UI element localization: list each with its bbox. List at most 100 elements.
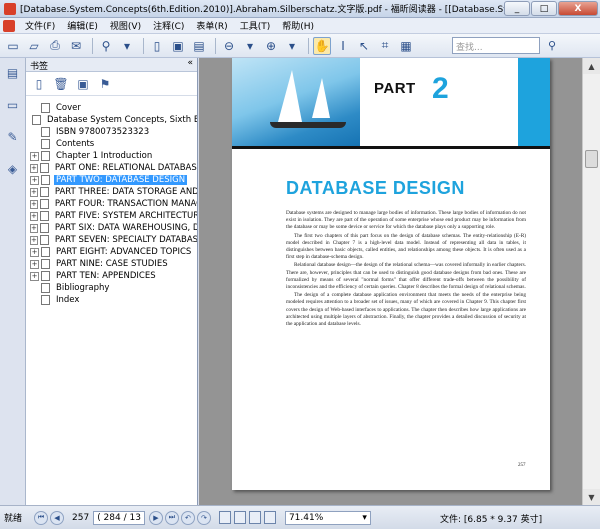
bookmark-item[interactable]: Index <box>26 294 197 306</box>
zoom-out-icon[interactable]: ⊖ <box>220 37 238 55</box>
bookmark-page-icon <box>41 283 50 293</box>
bookmark-panel: 书签 « ▯ 🗑 ▣ ⚑ Cover Database System Concep… <box>26 58 198 505</box>
zoom-select[interactable]: 71.41% ▾ <box>284 510 371 525</box>
new-file-icon[interactable]: ▭ <box>4 37 22 55</box>
menu-view[interactable]: 视图(V) <box>104 19 147 32</box>
new-bookmark-icon[interactable]: ▯ <box>30 75 48 93</box>
expand-icon[interactable]: + <box>30 187 38 197</box>
open-folder-icon[interactable]: ▱ <box>25 37 43 55</box>
expand-icon[interactable]: + <box>30 223 38 233</box>
bookmark-item[interactable]: + PART ONE: RELATIONAL DATABASES <box>26 162 197 174</box>
part-label: PART <box>374 80 416 97</box>
search-go-icon[interactable]: ⚲ <box>544 37 560 54</box>
bookmarks-panel-icon[interactable]: ▤ <box>5 64 21 82</box>
bookmark-item[interactable]: + PART TEN: APPENDICES <box>26 270 197 282</box>
zoom-in-dropdown-icon[interactable]: ▾ <box>283 37 301 55</box>
delete-bookmark-icon[interactable]: 🗑 <box>52 75 70 93</box>
print-icon[interactable]: ⎙ <box>46 37 64 55</box>
app-menu-icon[interactable] <box>3 19 15 32</box>
bookmark-item[interactable]: Cover <box>26 102 197 114</box>
history-back-icon[interactable]: ↶ <box>180 510 195 525</box>
first-page-icon[interactable]: ⏮ <box>34 510 48 525</box>
bookmark-panel-title: 书签 <box>30 62 49 72</box>
bookmark-item[interactable]: + PART SEVEN: SPECIALTY DATABASE <box>26 234 197 246</box>
minimize-button[interactable]: _ <box>504 1 530 16</box>
expand-icon[interactable]: + <box>30 175 39 185</box>
last-page-icon[interactable]: ⏭ <box>164 510 179 525</box>
bookmark-item[interactable]: + PART EIGHT: ADVANCED TOPICS <box>26 246 197 258</box>
bookmark-options-icon[interactable]: ⚑ <box>96 75 114 93</box>
menu-file[interactable]: 文件(F) <box>19 19 61 32</box>
expand-icon[interactable]: + <box>30 199 38 209</box>
page-body: Database systems are designed to manage … <box>286 210 526 329</box>
bookmark-tree: Cover Database System Concepts, Sixth Edi… <box>26 96 197 306</box>
scroll-up-icon[interactable]: ▲ <box>583 58 600 74</box>
menu-tools[interactable]: 工具(T) <box>234 19 277 32</box>
body-paragraph: Database systems are designed to manage … <box>286 210 526 231</box>
bookmark-label: PART EIGHT: ADVANCED TOPICS <box>56 247 192 257</box>
actual-size-icon[interactable]: ▯ <box>148 37 166 55</box>
bookmark-panel-header: 书签 « <box>26 58 197 72</box>
email-icon[interactable]: ✉ <box>67 37 85 55</box>
pages-panel-icon[interactable]: ▭ <box>5 96 21 114</box>
bookmark-label: PART FIVE: SYSTEM ARCHITECTURE <box>54 211 197 221</box>
expand-icon[interactable]: + <box>30 235 38 245</box>
status-bar: 就绪 ⏮ ◀ 257 ( 284 / 13 ▶ ⏭ ↶ ↷ 71.41% ▾ 文… <box>0 505 600 529</box>
expand-icon[interactable]: + <box>30 211 38 221</box>
document-viewer[interactable]: PART 2 DATABASE DESIGN Database systems … <box>199 58 582 505</box>
continuous-view-icon[interactable] <box>233 511 246 524</box>
text-select-icon[interactable]: Ⅰ <box>334 37 352 55</box>
snapshot-icon[interactable]: ⌗ <box>376 37 394 55</box>
bookmark-item[interactable]: + PART FOUR: TRANSACTION MANAGE <box>26 198 197 210</box>
expand-icon[interactable]: + <box>30 247 39 257</box>
bookmark-label: Index <box>56 295 80 305</box>
collapse-panel-button[interactable]: « <box>187 58 193 68</box>
fit-page-icon[interactable]: ▣ <box>169 37 187 55</box>
fit-width-icon[interactable]: ▤ <box>190 37 208 55</box>
bookmark-label: ISBN 9780073523323 <box>56 127 150 137</box>
bookmark-item[interactable]: + PART NINE: CASE STUDIES <box>26 258 197 270</box>
bookmark-item[interactable]: + PART SIX: DATA WAREHOUSING, DA <box>26 222 197 234</box>
bookmark-item[interactable]: Contents <box>26 138 197 150</box>
maximize-button[interactable]: □ <box>531 1 557 16</box>
menu-form[interactable]: 表单(R) <box>190 19 233 32</box>
bookmark-item[interactable]: Bibliography <box>26 282 197 294</box>
close-button[interactable]: X <box>558 1 598 16</box>
bookmark-item[interactable]: ISBN 9780073523323 <box>26 126 197 138</box>
expand-icon[interactable]: + <box>30 271 39 281</box>
prev-page-icon[interactable]: ◀ <box>50 510 64 525</box>
layers-panel-icon[interactable]: ◈ <box>5 160 21 178</box>
next-page-icon[interactable]: ▶ <box>148 510 163 525</box>
bookmark-item[interactable]: + PART THREE: DATA STORAGE AND Q <box>26 186 197 198</box>
zoom-out-dropdown-icon[interactable]: ▾ <box>241 37 259 55</box>
menu-comment[interactable]: 注释(C) <box>147 19 190 32</box>
zoom-icon[interactable]: ⚲ <box>97 37 115 55</box>
facing-view-icon[interactable] <box>248 511 261 524</box>
scroll-thumb[interactable] <box>585 150 598 168</box>
select-arrow-icon[interactable]: ↖ <box>355 37 373 55</box>
bookmark-label: PART FOUR: TRANSACTION MANAGE <box>54 199 197 209</box>
bookmark-item[interactable]: Database System Concepts, Sixth Edi <box>26 114 197 126</box>
single-page-view-icon[interactable] <box>218 511 231 524</box>
expand-icon[interactable]: + <box>30 259 39 269</box>
expand-icon[interactable]: + <box>30 151 39 161</box>
annotations-panel-icon[interactable]: ✎ <box>5 128 21 146</box>
scroll-down-icon[interactable]: ▼ <box>583 489 600 505</box>
vertical-scrollbar[interactable]: ▲ ▼ <box>582 58 600 505</box>
expand-bookmark-icon[interactable]: ▣ <box>74 75 92 93</box>
image-icon[interactable]: ▦ <box>397 37 415 55</box>
current-page-input[interactable]: 257 <box>72 513 89 523</box>
continuous-facing-view-icon[interactable] <box>263 511 276 524</box>
bookmark-item[interactable]: + Chapter 1 Introduction <box>26 150 197 162</box>
zoom-dropdown-icon[interactable]: ▾ <box>118 37 136 55</box>
expand-icon[interactable]: + <box>30 163 38 173</box>
menu-edit[interactable]: 编辑(E) <box>61 19 104 32</box>
bookmark-page-icon <box>41 295 50 305</box>
zoom-in-icon[interactable]: ⊕ <box>262 37 280 55</box>
menu-help[interactable]: 帮助(H) <box>276 19 320 32</box>
search-input[interactable]: 查找... <box>452 37 540 54</box>
history-forward-icon[interactable]: ↷ <box>196 510 211 525</box>
bookmark-item[interactable]: + PART TWO: DATABASE DESIGN <box>26 174 197 186</box>
hand-tool-icon[interactable]: ✋ <box>313 36 331 55</box>
bookmark-item[interactable]: + PART FIVE: SYSTEM ARCHITECTURE <box>26 210 197 222</box>
